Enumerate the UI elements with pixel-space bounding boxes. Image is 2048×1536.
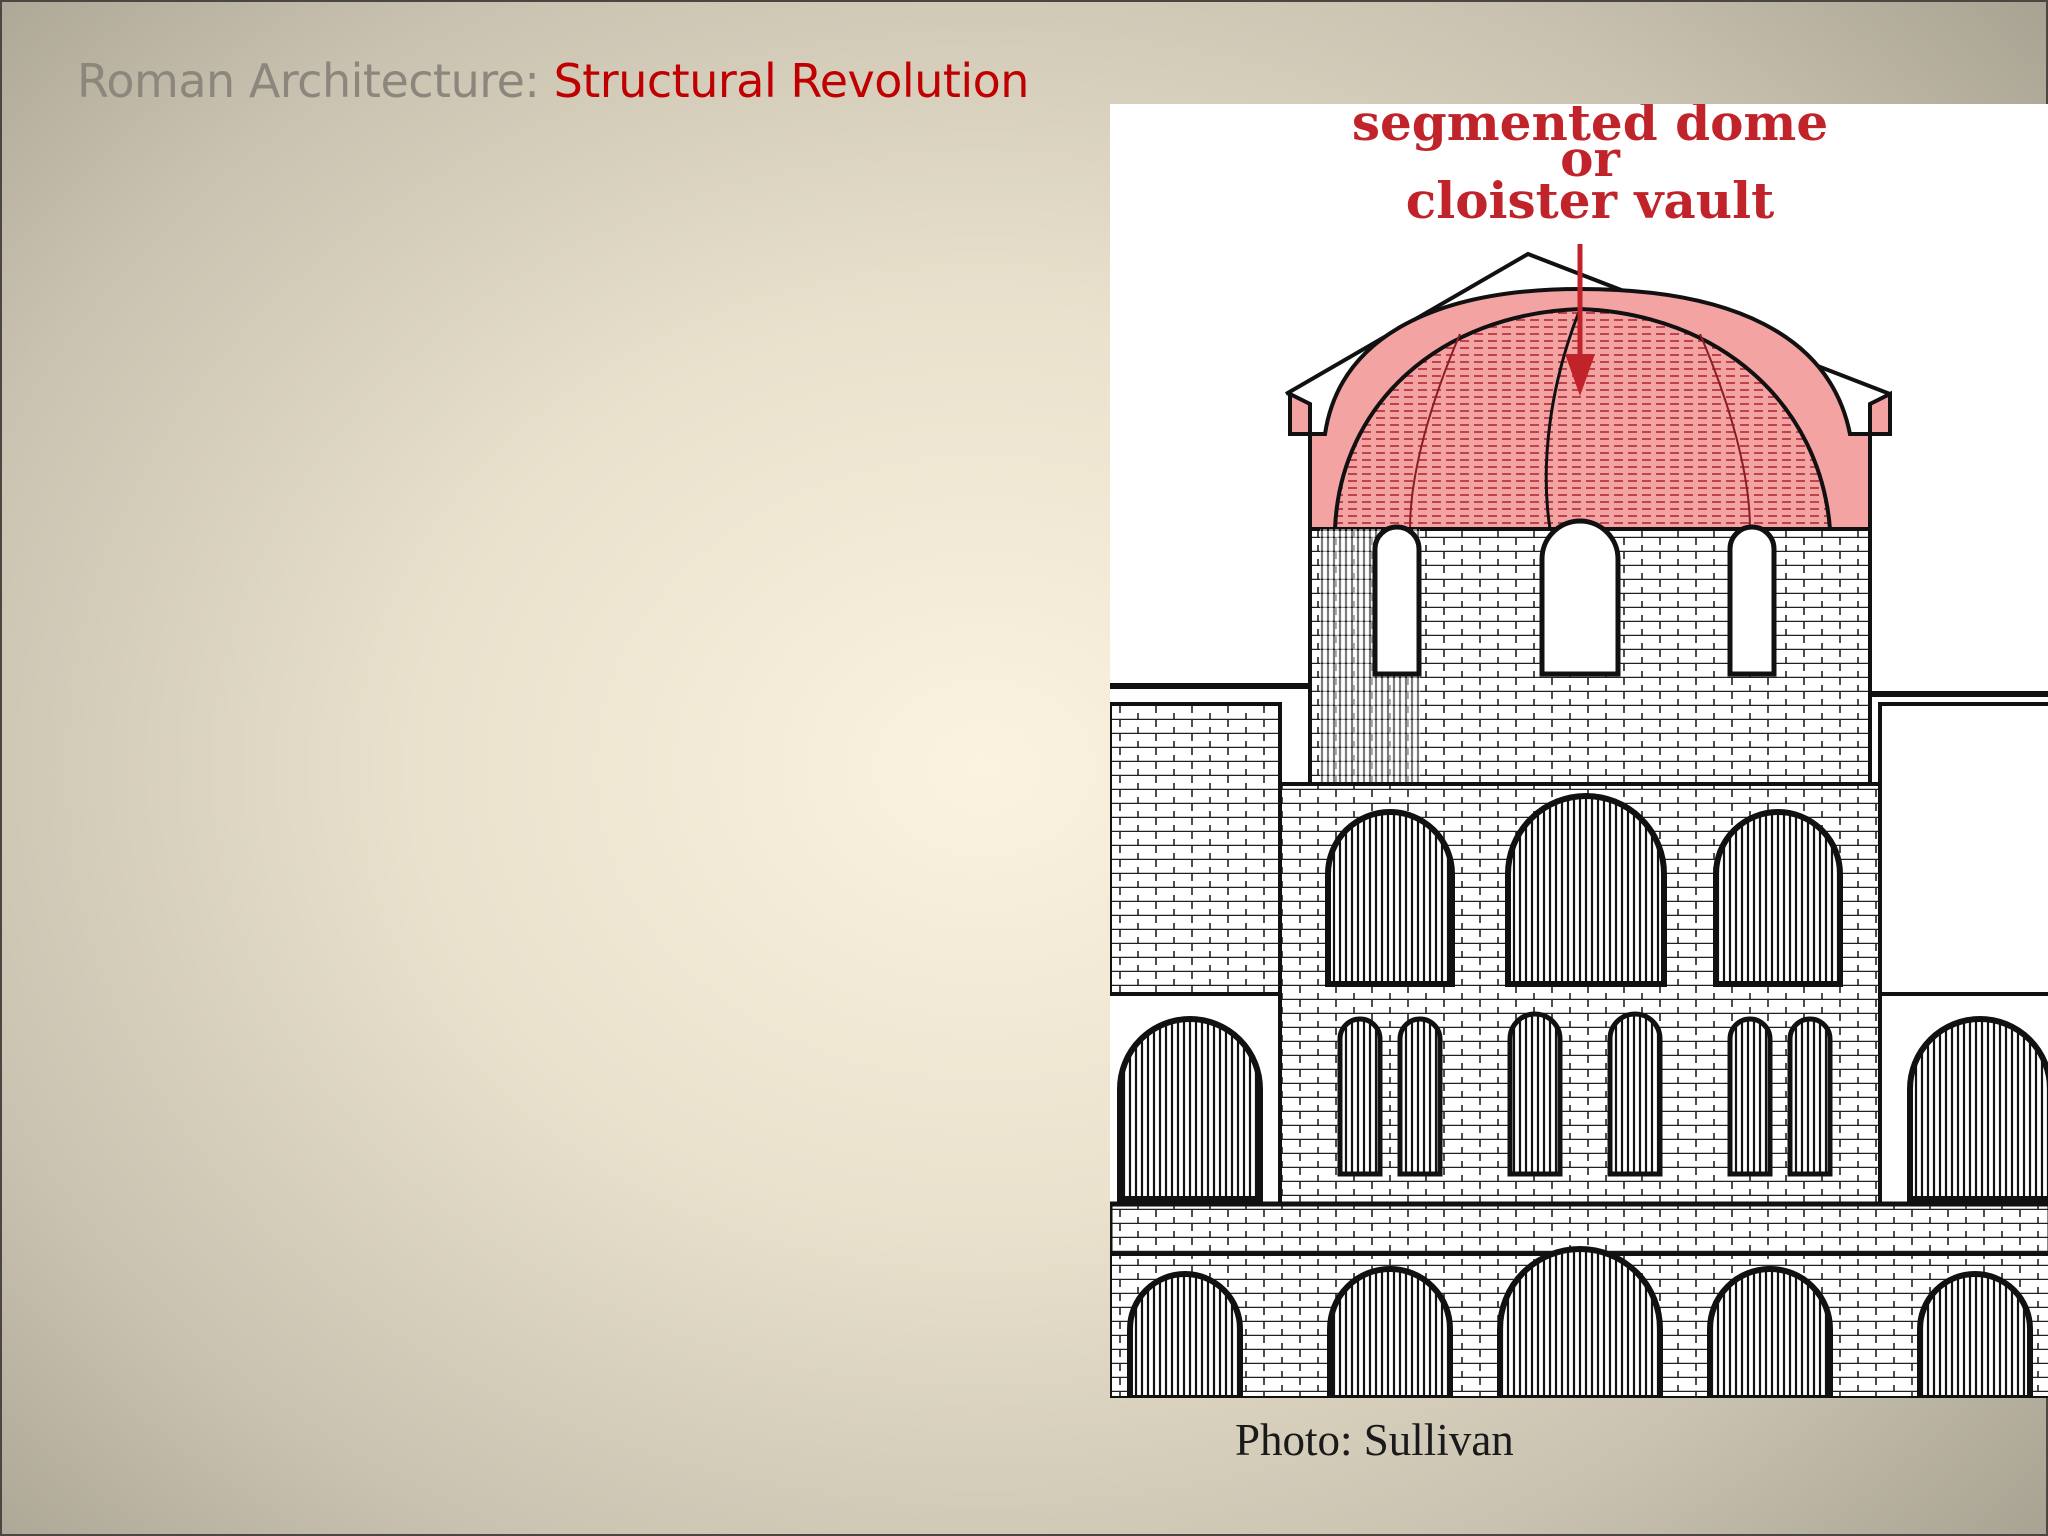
title-prefix: Roman Architecture:: [77, 54, 554, 108]
label-line-3: cloister vault: [1406, 171, 1774, 230]
left-aisle-wall: [1110, 702, 1282, 996]
cross-section-drawing: segmented dome or cloister vault: [1110, 104, 2048, 1398]
photo-caption: Photo: Sullivan: [1235, 1415, 1514, 1465]
right-aisle-wall: [1878, 702, 2048, 996]
upper-arcade: [1325, 793, 1843, 987]
dome: [1288, 286, 1892, 531]
slide: Roman Architecture: Structural Revolutio…: [0, 0, 2048, 1536]
cloister-vault-illustration: segmented dome or cloister vault: [1110, 104, 2048, 1398]
title-highlight: Structural Revolution: [553, 54, 1030, 108]
slide-title: Roman Architecture: Structural Revolutio…: [77, 54, 1029, 108]
